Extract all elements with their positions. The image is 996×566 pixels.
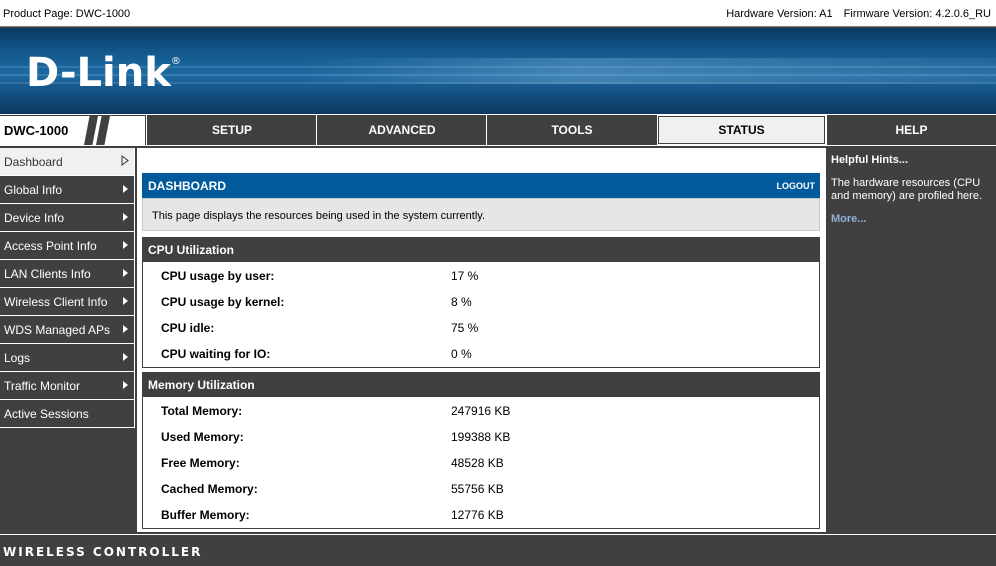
section-header: Memory Utilization	[143, 373, 819, 397]
row-value: 55756 KB	[451, 482, 504, 496]
chevron-right-icon	[123, 325, 128, 333]
row-value: 247916 KB	[451, 404, 511, 418]
sidebar-item-label: Dashboard	[4, 155, 63, 169]
tab-advanced[interactable]: ADVANCED	[316, 115, 487, 145]
chevron-right-icon	[123, 213, 128, 221]
table-row: CPU idle: 75 %	[143, 314, 819, 340]
row-value: 48528 KB	[451, 456, 504, 470]
tab-help[interactable]: HELP	[826, 115, 996, 145]
more-link[interactable]: More...	[831, 213, 866, 225]
sidebar-item-access-point-info[interactable]: Access Point Info	[0, 232, 135, 260]
sidebar-item-label: LAN Clients Info	[4, 267, 91, 281]
row-label: CPU usage by kernel:	[161, 295, 285, 309]
slash-decoration	[84, 116, 98, 145]
sidebar-item-label: WDS Managed APs	[4, 323, 111, 337]
logout-link[interactable]: LOGOUT	[777, 181, 816, 191]
row-value: 75 %	[451, 321, 479, 335]
page-description: This page displays the resources being u…	[142, 198, 820, 231]
row-value: 8 %	[451, 295, 472, 309]
cpu-utilization-section: CPU Utilization CPU usage by user: 17 % C…	[142, 237, 820, 368]
row-label: Used Memory:	[161, 430, 244, 444]
hints-title: Helpful Hints...	[831, 154, 908, 166]
table-row: CPU waiting for IO: 0 %	[143, 340, 819, 366]
footer-title: WIRELESS CONTROLLER	[3, 545, 203, 559]
product-page-label: Product Page: DWC-1000	[3, 8, 131, 20]
row-label: CPU idle:	[161, 321, 215, 335]
sidebar-item-wireless-client-info[interactable]: Wireless Client Info	[0, 288, 135, 316]
dlink-logo: D-Link®	[26, 50, 181, 96]
tab-setup[interactable]: SETUP	[146, 115, 317, 145]
chevron-right-icon	[123, 353, 128, 361]
logo-text: D-Link	[26, 50, 171, 96]
sidebar-item-label: Wireless Client Info	[4, 295, 108, 309]
model-name: DWC-1000	[4, 123, 69, 138]
section-header: CPU Utilization	[143, 238, 819, 262]
chevron-right-icon	[123, 297, 128, 305]
table-row: Cached Memory: 55756 KB	[143, 475, 819, 501]
sidebar-item-wds-managed-aps[interactable]: WDS Managed APs	[0, 316, 135, 344]
table-row: Free Memory: 48528 KB	[143, 449, 819, 475]
table-row: Buffer Memory: 12776 KB	[143, 501, 819, 527]
hardware-version: Hardware Version: A1	[726, 8, 833, 20]
sidebar-item-label: Access Point Info	[4, 239, 97, 253]
table-row: Total Memory: 247916 KB	[143, 397, 819, 423]
row-value: 0 %	[451, 347, 472, 361]
helpful-hints-panel: Helpful Hints... The hardware resources …	[827, 148, 996, 532]
sidebar: Dashboard Global Info Device Info Access…	[0, 148, 135, 428]
chevron-right-outline-icon	[121, 155, 129, 166]
row-label: Total Memory:	[161, 404, 243, 418]
row-label: CPU waiting for IO:	[161, 347, 271, 361]
hints-text: The hardware resources (CPU and memory) …	[831, 177, 983, 202]
top-info-bar: Product Page: DWC-1000 Hardware Version:…	[0, 0, 996, 27]
table-row: Used Memory: 199388 KB	[143, 423, 819, 449]
sidebar-item-label: Logs	[4, 351, 31, 365]
sidebar-item-traffic-monitor[interactable]: Traffic Monitor	[0, 372, 135, 400]
sidebar-item-device-info[interactable]: Device Info	[0, 204, 135, 232]
page-description-text: This page displays the resources being u…	[152, 210, 486, 222]
sidebar-item-global-info[interactable]: Global Info	[0, 176, 135, 204]
chevron-right-icon	[123, 241, 128, 249]
section-title: Memory Utilization	[148, 378, 255, 392]
row-label: CPU usage by user:	[161, 269, 275, 283]
registered-mark: ®	[170, 56, 181, 67]
row-value: 199388 KB	[451, 430, 511, 444]
row-value: 17 %	[451, 269, 479, 283]
table-row: CPU usage by user: 17 %	[143, 262, 819, 288]
row-label: Buffer Memory:	[161, 508, 250, 522]
sidebar-item-logs[interactable]: Logs	[0, 344, 135, 372]
firmware-version: Firmware Version: 4.2.0.6_RU	[843, 8, 991, 20]
sidebar-item-lan-clients-info[interactable]: LAN Clients Info	[0, 260, 135, 288]
sidebar-item-dashboard[interactable]: Dashboard	[0, 148, 135, 176]
memory-utilization-section: Memory Utilization Total Memory: 247916 K…	[142, 372, 820, 529]
footer: WIRELESS CONTROLLER	[0, 534, 996, 566]
model-label: DWC-1000	[0, 116, 145, 145]
chevron-right-icon	[123, 185, 128, 193]
row-label: Free Memory:	[161, 456, 240, 470]
row-value: 12776 KB	[451, 508, 504, 522]
dashboard-header: DASHBOARD LOGOUT	[142, 173, 820, 198]
main-nav: DWC-1000 SETUP ADVANCED TOOLS STATUS HEL…	[0, 114, 996, 146]
row-label: Cached Memory:	[161, 482, 258, 496]
sidebar-item-label: Active Sessions	[4, 407, 89, 421]
tab-status[interactable]: STATUS	[657, 115, 826, 145]
sidebar-item-active-sessions[interactable]: Active Sessions	[0, 400, 135, 428]
page-title: DASHBOARD	[148, 179, 226, 193]
main-content: DASHBOARD LOGOUT This page displays the …	[137, 148, 826, 532]
chevron-right-icon	[123, 269, 128, 277]
version-info: Hardware Version: A1 Firmware Version: 4…	[718, 8, 991, 20]
table-row: CPU usage by kernel: 8 %	[143, 288, 819, 314]
tab-tools[interactable]: TOOLS	[486, 115, 657, 145]
sidebar-item-label: Traffic Monitor	[4, 379, 81, 393]
chevron-right-icon	[123, 381, 128, 389]
sidebar-item-label: Device Info	[4, 211, 65, 225]
slash-decoration	[96, 116, 110, 145]
sidebar-item-label: Global Info	[4, 183, 63, 197]
header-banner: D-Link®	[0, 28, 996, 114]
section-title: CPU Utilization	[148, 243, 234, 257]
